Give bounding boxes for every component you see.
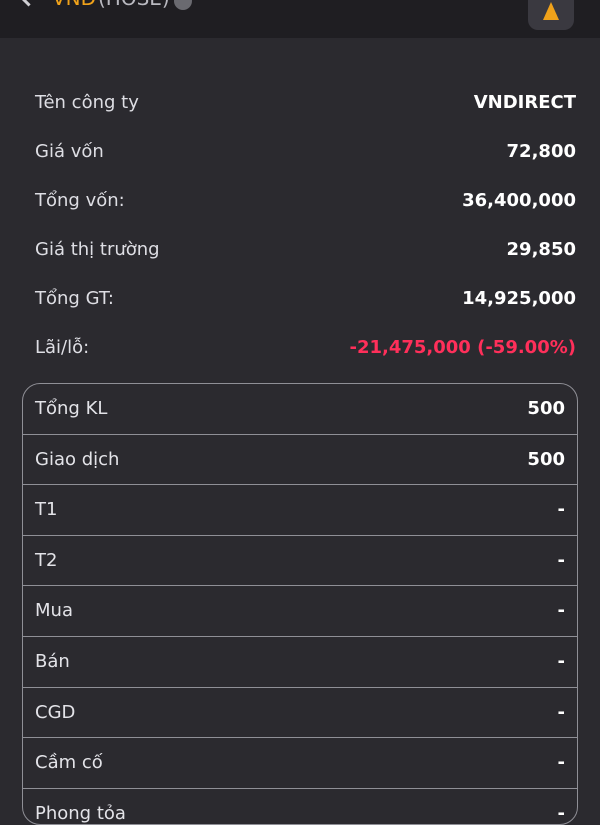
table-row: CGD - [23,688,577,739]
table-row: Giao dịch 500 [23,435,577,486]
stock-ticker: VND [52,0,96,10]
row-value: 500 [527,398,565,419]
row-label: T1 [35,499,58,521]
row-value: - [557,600,565,622]
summary-label: Giá vốn [35,141,104,162]
bell-icon [543,2,559,20]
row-label: Bán [35,650,70,672]
row-label: Tổng KL [35,398,108,419]
row-value: 500 [527,448,565,470]
summary-row-profit-loss: Lãi/lỗ: -21,475,000 (-59.00%) [35,323,576,372]
holdings-table: Tổng KL 500 Giao dịch 500 T1 - T2 - Mua … [22,383,578,825]
position-summary: Tên công ty VNDIRECT Giá vốn 72,800 Tổng… [35,78,576,372]
summary-label: Tổng GT: [35,288,114,309]
summary-row-total-value: Tổng GT: 14,925,000 [35,274,576,323]
chevron-left-icon[interactable] [16,0,41,7]
summary-value: 72,800 [506,141,576,162]
alert-button[interactable] [528,0,574,30]
row-value: - [557,701,565,723]
summary-value: VNDIRECT [473,92,576,113]
table-row: Mua - [23,586,577,637]
row-value: - [557,549,565,571]
row-value: - [557,650,565,672]
top-bar: VND (HOSE) [0,0,600,38]
row-value: - [557,752,565,774]
summary-value: 14,925,000 [462,288,576,309]
summary-value: 36,400,000 [462,190,576,211]
summary-label: Tên công ty [35,92,139,113]
info-icon[interactable] [174,0,192,10]
row-label: Phong tỏa [35,802,126,824]
row-value: - [557,802,565,824]
table-row: Phong tỏa - [23,789,577,824]
summary-label: Giá thị trường [35,239,160,260]
table-row: Bán - [23,637,577,688]
row-label: Giao dịch [35,448,120,470]
table-row: T2 - [23,536,577,587]
profit-loss-value: -21,475,000 (-59.00%) [349,337,576,358]
row-value: - [557,499,565,521]
row-label: T2 [35,549,58,571]
summary-label: Tổng vốn: [35,190,125,211]
summary-row-cost-price: Giá vốn 72,800 [35,127,576,176]
summary-row-company: Tên công ty VNDIRECT [35,78,576,127]
summary-row-total-cost: Tổng vốn: 36,400,000 [35,176,576,225]
table-row: T1 - [23,485,577,536]
row-label: Cầm cố [35,752,103,774]
row-label: CGD [35,701,76,723]
exchange-label: (HOSE) [98,0,170,10]
summary-value: 29,850 [506,239,576,260]
table-row: Tổng KL 500 [23,384,577,435]
table-row: Cầm cố - [23,738,577,789]
summary-label: Lãi/lỗ: [35,337,90,358]
row-label: Mua [35,600,73,622]
summary-row-market-price: Giá thị trường 29,850 [35,225,576,274]
